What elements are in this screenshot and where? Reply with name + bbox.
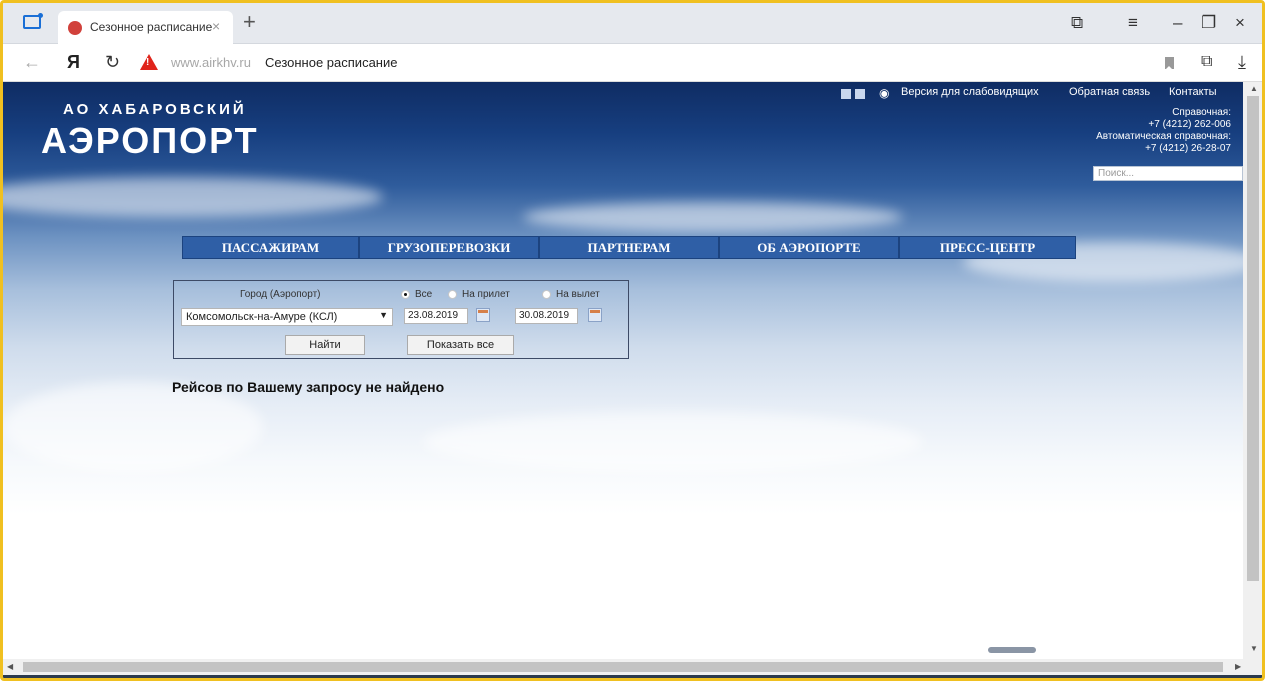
eye-icon[interactable]: ◉ [879,86,889,100]
menu-item-partners[interactable]: ПАРТНЕРАМ [539,236,719,259]
address-bar: ← Я ↻ www.airkhv.ru Сезонное расписание … [3,44,1262,82]
menu-item-press[interactable]: ПРЕСС-ЦЕНТР [899,236,1076,259]
calendar-icon[interactable] [588,308,602,322]
no-results-message: Рейсов по Вашему запросу не найдено [172,379,445,395]
chevron-down-icon: ▼ [379,310,388,320]
accessibility-link[interactable]: Версия для слабовидящих [901,86,1039,98]
social-icon-2[interactable] [855,89,865,99]
browser-tab[interactable]: Сезонное расписание × [58,11,233,44]
page-viewport: АО ХАБАРОВСКИЙ АЭРОПОРТ ◉ Версия для сла… [3,82,1243,659]
security-warning-icon[interactable] [140,54,158,70]
yandex-logo-icon[interactable]: Я [67,52,80,72]
logo-subtitle[interactable]: АО ХАБАРОВСКИЙ [63,101,247,118]
scroll-down-icon[interactable]: ▼ [1250,644,1258,653]
horizontal-scroll-thumb[interactable] [23,662,1223,672]
date-to-input[interactable]: 30.08.2019 [515,308,578,324]
city-select[interactable]: Комсомольск-на-Амуре (КСЛ) ▼ [181,308,393,326]
feedback-link[interactable]: Обратная связь [1069,86,1150,98]
social-icon-1[interactable] [841,89,851,99]
main-menu: ПАССАЖИРАМ ГРУЗОПЕРЕВОЗКИ ПАРТНЕРАМ ОБ А… [182,236,1076,259]
tab-title: Сезонное расписание [90,20,213,34]
cloud-decoration [423,412,923,472]
menu-item-passengers[interactable]: ПАССАЖИРАМ [182,236,359,259]
cloud-decoration [523,202,903,232]
close-window-button[interactable]: × [1235,13,1245,33]
logo-title[interactable]: АЭРОПОРТ [41,120,259,162]
calendar-icon[interactable] [476,308,490,322]
scroll-right-icon[interactable]: ▶ [1235,662,1241,671]
minimize-button[interactable]: – [1173,13,1182,33]
auto-helpline-phone: +7 (4212) 26-28-07 [1145,143,1231,154]
city-select-value: Комсомольск-на-Амуре (КСЛ) [186,311,338,323]
radio-arrival[interactable] [448,290,457,299]
download-icon[interactable]: ⤓ [1238,52,1246,72]
browser-menu-icon[interactable]: ≡ [1128,13,1138,33]
back-icon[interactable]: ← [23,52,41,72]
radio-arrival-label[interactable]: На прилет [462,289,510,300]
cloud-decoration [3,177,383,217]
radio-departure-label[interactable]: На вылет [556,289,600,300]
new-tab-button[interactable]: + [243,11,256,33]
scroll-up-icon[interactable]: ▲ [1250,84,1258,93]
os-taskbar [3,675,1262,678]
schedule-search-form: Город (Аэропорт) Все На прилет На вылет … [173,280,629,359]
site-search-input[interactable]: Поиск... [1093,166,1243,181]
horizontal-scrollbar[interactable]: ◀ ▶ [3,659,1262,675]
restore-button[interactable]: ❐ [1201,13,1216,33]
site-favicon-icon [68,21,82,35]
city-label: Город (Аэропорт) [240,289,321,300]
url-domain[interactable]: www.airkhv.ru [171,55,251,70]
social-icons [841,86,869,104]
date-from-input[interactable]: 23.08.2019 [404,308,468,324]
menu-item-about[interactable]: ОБ АЭРОПОРТЕ [719,236,899,259]
browser-window: Сезонное расписание × + ⧉ ≡ – ❐ × ← Я ↻ … [0,0,1265,681]
scroll-left-icon[interactable]: ◀ [7,662,13,671]
auto-helpline-label: Автоматическая справочная: [1096,131,1231,142]
radio-all[interactable] [401,290,410,299]
tab-bar: Сезонное расписание × + ⧉ ≡ – ❐ × [3,3,1262,44]
vertical-scrollbar[interactable]: ▲ ▼ [1243,82,1262,659]
helpline-label: Справочная: [1172,107,1231,118]
url-page-title[interactable]: Сезонное расписание [265,55,397,70]
vertical-scroll-thumb[interactable] [1247,96,1259,581]
tabs-overview-icon[interactable]: ⧉ [1071,13,1083,33]
menu-item-cargo[interactable]: ГРУЗОПЕРЕВОЗКИ [359,236,539,259]
close-tab-icon[interactable]: × [212,18,220,34]
tabs-menu-icon[interactable] [23,13,43,29]
reload-icon[interactable]: ↻ [105,52,120,72]
bookmark-icon[interactable] [1165,57,1174,70]
helpline-phone: +7 (4212) 262-006 [1148,119,1231,130]
contacts-link[interactable]: Контакты [1169,86,1217,98]
radio-departure[interactable] [542,290,551,299]
protect-icon[interactable]: ⧉ [1201,52,1212,72]
radio-all-label[interactable]: Все [415,289,432,300]
cloud-decoration [3,382,263,472]
find-button[interactable]: Найти [285,335,365,355]
airplane-image [988,647,1036,653]
show-all-button[interactable]: Показать все [407,335,514,355]
